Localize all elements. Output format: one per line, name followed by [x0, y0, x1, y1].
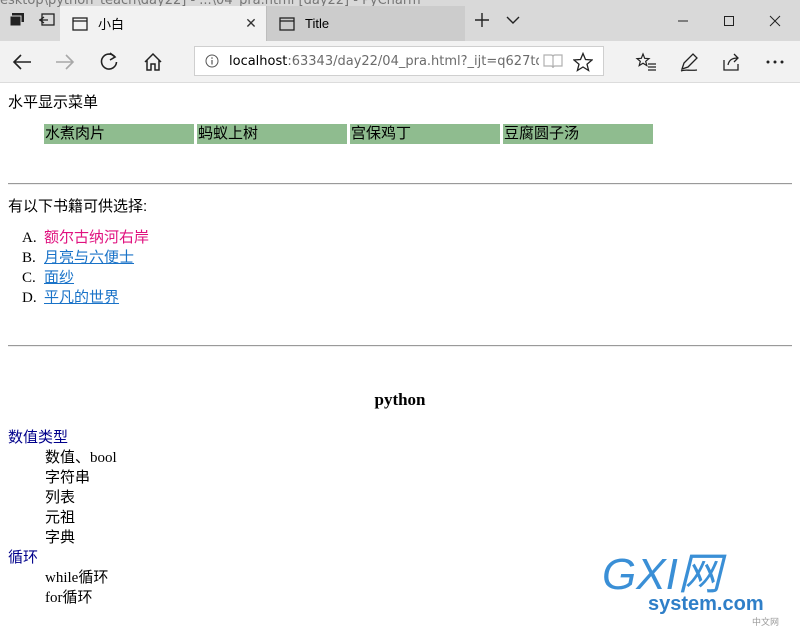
refresh-icon — [100, 52, 118, 70]
definition-list-title: python — [374, 390, 426, 409]
definition-term: 数值类型 — [8, 429, 69, 446]
horizontal-menu-heading: 水平显示菜单 — [8, 94, 99, 111]
divider — [8, 183, 792, 185]
menu-item[interactable]: 蚂蚁上树 — [197, 124, 347, 144]
minimize-icon — [678, 20, 688, 21]
more-button[interactable] — [760, 47, 790, 77]
horizontal-menu: 水煮肉片 蚂蚁上树 宫保鸡丁 豆腐圆子汤 — [44, 124, 656, 144]
page-icon — [279, 16, 295, 31]
tab-manager-button[interactable] — [4, 7, 30, 33]
tab-stack-icon — [9, 13, 24, 27]
definition-item: while循环 — [45, 570, 109, 586]
share-button[interactable] — [716, 47, 746, 77]
definition-item: 列表 — [45, 490, 76, 506]
list-marker: A. — [22, 230, 37, 246]
definition-item: 数值、bool — [45, 450, 117, 466]
watermark-sub: 中文网 — [752, 616, 779, 628]
watermark-brand: GXI网 — [602, 550, 727, 599]
tab-active[interactable]: 小白 ✕ — [60, 6, 266, 41]
book-link[interactable]: 平凡的世界 — [44, 289, 119, 306]
add-favorite-button[interactable] — [568, 47, 598, 77]
list-marker: D. — [22, 290, 37, 306]
definition-list: 数值类型 数值、bool 字符串 列表 元祖 字典 循环 while循环 for… — [8, 428, 117, 608]
divider — [8, 345, 792, 347]
url-text: localhost:63343/day22/04_pra.html?_ijt=q… — [229, 54, 539, 69]
back-arrow-icon — [12, 54, 31, 70]
info-icon[interactable] — [205, 54, 219, 68]
notes-button[interactable] — [674, 47, 704, 77]
minimize-button[interactable] — [660, 0, 706, 41]
definition-term: 循环 — [8, 549, 39, 566]
more-dots-icon — [766, 60, 784, 64]
tab-label: 小白 — [98, 17, 125, 32]
book-link[interactable]: 额尔古纳河右岸 — [44, 229, 149, 246]
forward-button[interactable] — [50, 47, 80, 77]
list-item: A. 额尔古纳河右岸 — [22, 228, 149, 248]
back-button[interactable] — [7, 47, 37, 77]
watermark-site: system.com — [648, 593, 764, 615]
list-item: C. 面纱 — [22, 268, 149, 288]
books-heading: 有以下书籍可供选择: — [8, 198, 148, 215]
definition-item: 字典 — [45, 530, 76, 546]
definition-item: 元祖 — [45, 510, 76, 526]
definition-item: 字符串 — [45, 470, 91, 486]
home-button[interactable] — [138, 47, 168, 77]
list-marker: B. — [22, 250, 36, 266]
favorites-button[interactable] — [631, 47, 661, 77]
share-icon — [723, 53, 739, 71]
list-marker: C. — [22, 270, 36, 286]
star-icon — [573, 52, 593, 72]
book-link[interactable]: 月亮与六便士 — [44, 249, 134, 266]
menu-item[interactable]: 宫保鸡丁 — [350, 124, 500, 144]
favorites-list-icon — [635, 52, 656, 71]
url-path: :63343/day22/04_pra.html?_ijt=q627tqbcp9 — [287, 53, 539, 69]
refresh-button[interactable] — [94, 47, 124, 77]
chevron-down-icon — [506, 16, 520, 24]
tab-label: Title — [305, 16, 330, 31]
address-bar[interactable]: localhost:63343/day22/04_pra.html?_ijt=q… — [194, 46, 604, 76]
url-host: localhost — [229, 53, 288, 69]
list-item: D. 平凡的世界 — [22, 288, 149, 308]
reading-view-icon[interactable] — [543, 53, 563, 69]
set-aside-icon — [38, 13, 55, 26]
forward-arrow-icon — [56, 54, 75, 70]
tab-preview-button[interactable] — [500, 7, 526, 33]
menu-item[interactable]: 水煮肉片 — [44, 124, 194, 144]
page-icon — [72, 16, 88, 31]
close-icon — [769, 15, 781, 26]
pen-icon — [680, 53, 698, 72]
maximize-icon — [724, 15, 734, 26]
close-tab-icon[interactable]: ✕ — [236, 15, 266, 32]
watermark-logo: GXI网 system.com 中文网 — [602, 550, 779, 628]
definition-item: for循环 — [45, 590, 93, 606]
tab-inactive[interactable]: Title — [266, 6, 465, 41]
maximize-button[interactable] — [706, 0, 752, 41]
tab-strip: esktop\python_teach\day22] - ...\04_pra.… — [0, 0, 800, 41]
home-icon — [144, 52, 162, 71]
book-list: A. 额尔古纳河右岸 B. 月亮与六便士 C. 面纱 D. 平凡的世界 — [22, 228, 149, 308]
list-item: B. 月亮与六便士 — [22, 248, 149, 268]
navigation-bar: localhost:63343/day22/04_pra.html?_ijt=q… — [0, 41, 800, 83]
book-link[interactable]: 面纱 — [44, 269, 74, 286]
menu-item[interactable]: 豆腐圆子汤 — [503, 124, 653, 144]
set-aside-tabs-button[interactable] — [34, 7, 60, 33]
new-tab-button[interactable] — [469, 7, 495, 33]
close-window-button[interactable] — [752, 0, 798, 41]
plus-icon — [475, 13, 489, 27]
